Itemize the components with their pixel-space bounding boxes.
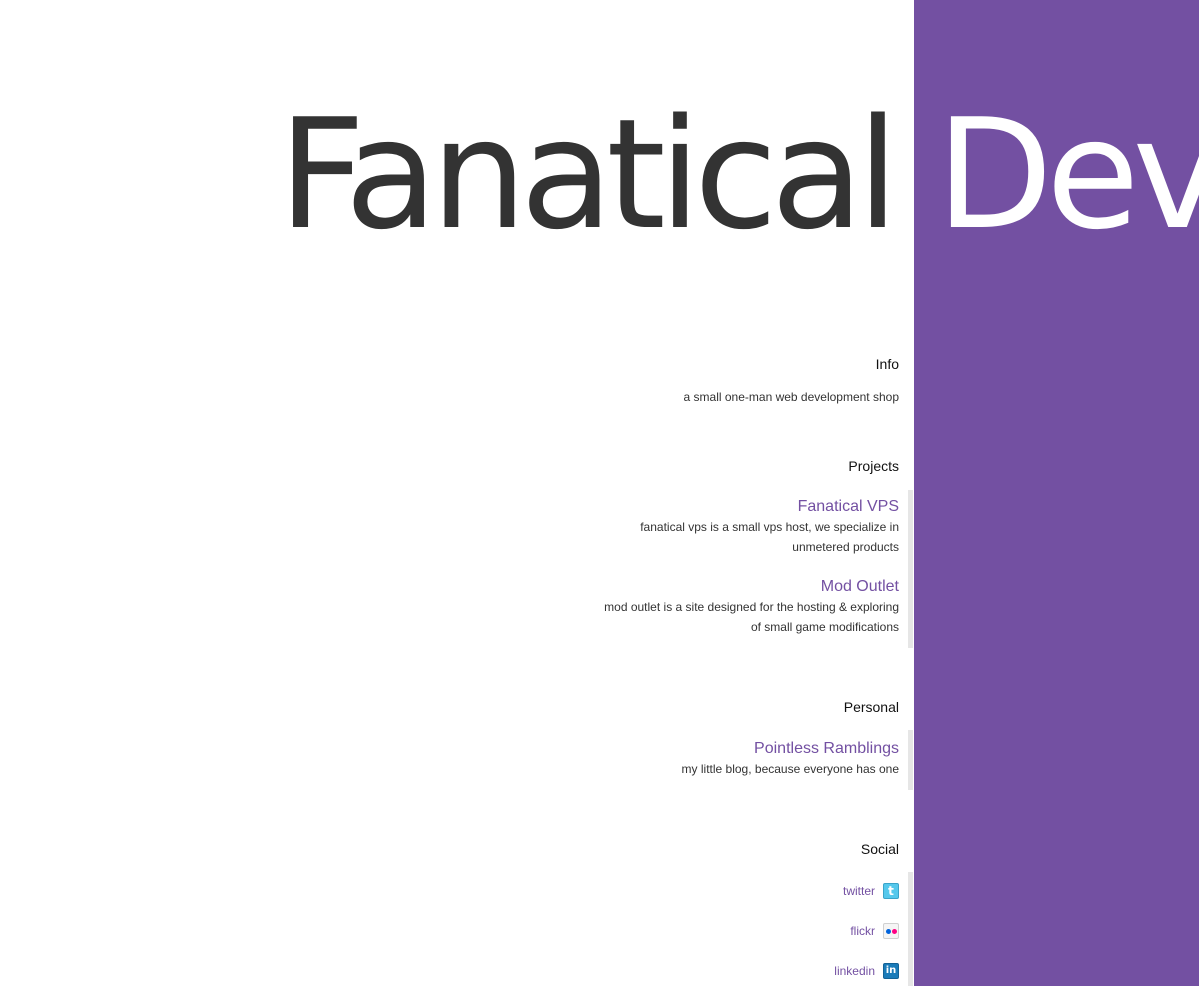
project-description: mod outlet is a site designed for the ho…: [604, 600, 899, 634]
page: Fanatical Dev Info a small one-man web d…: [0, 0, 1199, 986]
project-description: fanatical vps is a small vps host, we sp…: [640, 520, 899, 554]
project-link-fanatical-vps[interactable]: Fanatical VPS: [599, 497, 899, 517]
project-item-mod-outlet: Mod Outlet mod outlet is a site designed…: [599, 577, 899, 637]
social-item-twitter: twitter t: [843, 882, 899, 900]
info-text: a small one-man web development shop: [683, 390, 899, 404]
personal-heading: Personal: [843, 699, 899, 715]
twitter-icon[interactable]: t: [883, 883, 899, 899]
twitter-link[interactable]: twitter: [843, 884, 875, 898]
main-content: Info a small one-man web development sho…: [0, 0, 899, 986]
project-link-mod-outlet[interactable]: Mod Outlet: [599, 577, 899, 597]
projects-section-bar: [908, 490, 913, 648]
flickr-link[interactable]: flickr: [850, 924, 875, 938]
personal-link-pointless-ramblings[interactable]: Pointless Ramblings: [599, 739, 899, 759]
linkedin-link[interactable]: linkedin: [834, 964, 875, 978]
project-item-fanatical-vps: Fanatical VPS fanatical vps is a small v…: [599, 497, 899, 557]
personal-section-bar: [908, 730, 913, 790]
personal-description: my little blog, because everyone has one: [681, 762, 899, 776]
logo-word-dev: Dev: [936, 86, 1199, 263]
projects-heading: Projects: [848, 458, 899, 474]
social-heading: Social: [860, 841, 899, 857]
flickr-icon[interactable]: [883, 923, 899, 939]
social-section-bar: [908, 872, 913, 986]
linkedin-icon[interactable]: in: [883, 963, 899, 979]
social-item-linkedin: linkedin in: [834, 962, 899, 980]
social-item-flickr: flickr: [850, 922, 899, 940]
personal-item-pointless-ramblings: Pointless Ramblings my little blog, beca…: [599, 739, 899, 779]
info-heading: Info: [875, 356, 899, 372]
